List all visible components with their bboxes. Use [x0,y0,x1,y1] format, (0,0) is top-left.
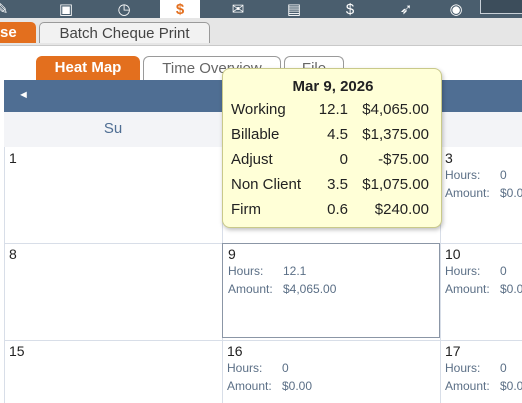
tooltip-row-label: Billable [231,126,280,143]
amount-label: Amount: [228,282,273,296]
tab-previous-module[interactable]: se [0,22,36,43]
dashboard-icon[interactable]: ◉ [436,0,476,18]
amount-label: Amount: [445,379,490,393]
top-toolbar: ✎ ▣ ◷ $ ✉ ▤ $ ➶ ◉ [0,0,522,18]
pencil-icon[interactable]: ✎ [0,0,22,18]
hours-value: 0 [282,361,289,375]
weekday-sunday: Su [103,120,123,137]
calendar-day-cell[interactable]: 17 Hours: 0 Amount: $0.0 [440,340,522,403]
day-number: 3 [445,150,453,166]
hours-label: Hours: [228,264,264,278]
tooltip-row: Working 12.1 $4,065.00 [223,101,443,121]
tooltip-row-label: Adjust [231,151,273,168]
tooltip-row-amount: $1,375.00 [362,126,429,143]
previous-month-arrow-icon[interactable]: ◄ [18,89,29,101]
mail-icon[interactable]: ✉ [218,0,258,18]
tooltip-row-amount: $4,065.00 [362,101,429,118]
calendar-day-cell[interactable]: 8 [4,243,222,340]
calendar-day-cell[interactable]: 1 [4,147,222,243]
calendar-day-cell[interactable]: 10 Hours: 0 Amount: $0.0 [440,243,522,340]
tooltip-row-amount: $240.00 [374,201,429,218]
tooltip-row-hours: 4.5 [327,126,348,143]
amount-label: Amount: [445,186,490,200]
tooltip-row-label: Non Client [231,176,302,193]
tooltip-date: Mar 9, 2026 [292,78,374,95]
amount-value: $0.00 [282,379,313,393]
hours-value: 0 [500,264,507,278]
tooltip-row-hours: 3.5 [327,176,348,193]
document-icon[interactable]: ▤ [274,0,314,18]
hours-label: Hours: [445,361,481,375]
day-number: 16 [227,343,243,359]
tooltip-row: Billable 4.5 $1,375.00 [223,126,443,146]
tab-batch-cheque-print[interactable]: Batch Cheque Print [39,22,210,43]
amount-value: $0.0 [500,282,522,296]
hours-label: Hours: [227,361,263,375]
day-summary-tooltip: Mar 9, 2026 Working 12.1 $4,065.00 Billa… [222,68,442,228]
tooltip-row-hours: 12.1 [318,101,348,118]
amount-value: $4,065.00 [283,282,337,296]
amount-value: $0.0 [500,379,522,393]
day-number: 1 [9,150,17,166]
hours-label: Hours: [445,168,481,182]
tooltip-row-amount: $1,075.00 [362,176,429,193]
amount-value: $0.0 [500,186,522,200]
hours-value: 12.1 [283,264,307,278]
person-icon[interactable]: ▣ [46,0,86,18]
calendar-day-cell[interactable]: 3 Hours: 0 Amount: $0.0 [440,147,522,243]
tooltip-row-label: Firm [231,201,261,218]
amount-label: Amount: [445,282,490,296]
clock-icon[interactable]: ◷ [104,0,144,18]
money-bag-icon[interactable]: $ [330,0,370,18]
day-number: 9 [228,246,236,262]
day-number: 17 [445,343,461,359]
tab-heat-map[interactable]: Heat Map [36,56,140,80]
tooltip-row: Firm 0.6 $240.00 [223,201,443,221]
tooltip-row-label: Working [231,101,286,118]
calendar-day-cell-selected[interactable]: 9 Hours: 12.1 Amount: $4,065.00 [222,243,440,338]
tooltip-row-hours: 0 [339,151,348,168]
hours-value: 0 [500,168,507,182]
toolbar-search-box[interactable] [480,0,522,14]
tooltip-row: Adjust 0 -$75.00 [223,151,443,171]
dollar-icon[interactable]: $ [160,0,200,18]
day-number: 15 [9,343,25,359]
tooltip-row-hours: 0.6 [327,201,348,218]
hours-label: Hours: [445,264,481,278]
day-number: 8 [9,246,17,262]
amount-label: Amount: [227,379,272,393]
tooltip-row-amount: -$75.00 [378,151,429,168]
calendar-day-cell[interactable]: 16 Hours: 0 Amount: $0.00 [222,340,440,403]
calendar-day-cell[interactable]: 15 [4,340,222,403]
hours-value: 0 [500,361,507,375]
rocket-icon[interactable]: ➶ [386,0,426,18]
day-number: 10 [445,246,461,262]
tooltip-row: Non Client 3.5 $1,075.00 [223,176,443,196]
